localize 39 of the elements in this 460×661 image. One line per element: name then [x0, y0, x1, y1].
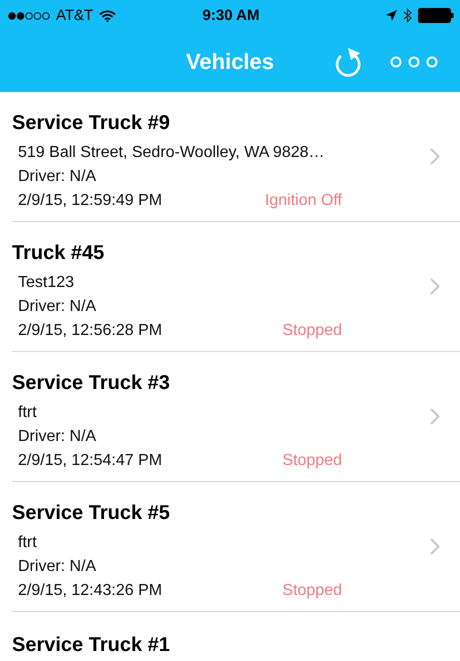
- battery-icon: [418, 8, 454, 23]
- nav-title: Vehicles: [186, 48, 274, 74]
- vehicle-status: Ignition Off: [264, 191, 342, 211]
- chevron-icon: [430, 278, 440, 295]
- vehicle-name: Truck #45: [12, 242, 106, 265]
- bluetooth-icon: [403, 8, 412, 23]
- location-arrow-icon: [386, 10, 397, 21]
- vehicle-name: Service Truck #1: [12, 634, 171, 656]
- vehicle-name: Service Truck #9: [12, 112, 171, 135]
- status-time: 9:30 AM: [202, 7, 260, 24]
- driver-label: Driver: N/A: [17, 167, 98, 187]
- vehicle-timestamp: 2/9/15, 12:59:49 PM: [18, 191, 162, 211]
- driver-label: Driver: N/A: [17, 427, 98, 447]
- vehicle-row[interactable]: Service Truck #5 ftrt Driver: N/A 2/9/15, 12:43:26 PM Stopped: [0, 482, 460, 611]
- signal-icon: [8, 12, 50, 20]
- vehicle-status: Stopped: [282, 451, 342, 471]
- vehicle-status: Stopped: [282, 321, 342, 341]
- vehicle-location: ftrt: [17, 403, 38, 423]
- driver-label: Driver: N/A: [17, 557, 98, 577]
- vehicle-row[interactable]: Service Truck #9 519 Ball Street, Sedro-Woolley, WA 9828… Driver: N/A 2/9/15, 12:59:49 PM Ignition Off: [0, 92, 460, 221]
- chevron-icon: [430, 148, 440, 165]
- vehicle-location: 519 Ball Street, Sedro-Woolley, WA 9828…: [17, 143, 326, 163]
- vehicle-row[interactable]: Truck #45 Test123 Driver: N/A 2/9/15, 12:56:28 PM Stopped: [0, 222, 460, 351]
- vehicle-row[interactable]: Service Truck #1: [0, 612, 460, 661]
- vehicle-timestamp: 2/9/15, 12:43:26 PM: [18, 581, 162, 601]
- vehicle-timestamp: 2/9/15, 12:54:47 PM: [18, 451, 162, 471]
- vehicle-name: Service Truck #5: [12, 502, 171, 525]
- vehicle-row[interactable]: Service Truck #3 ftrt Driver: N/A 2/9/15, 12:54:47 PM Stopped: [0, 352, 460, 481]
- wifi-icon: [99, 10, 116, 22]
- vehicle-location: ftrt: [17, 533, 38, 553]
- carrier-name: AT&T: [56, 7, 94, 24]
- chevron-icon: [430, 538, 440, 555]
- chevron-icon: [430, 408, 440, 425]
- vehicle-name: Service Truck #3: [12, 372, 171, 395]
- vehicle-location: Test123: [17, 273, 76, 293]
- vehicle-timestamp: 2/9/15, 12:56:28 PM: [18, 321, 162, 341]
- driver-label: Driver: N/A: [17, 297, 98, 317]
- more-icon[interactable]: [390, 56, 438, 68]
- vehicle-status: Stopped: [282, 581, 342, 601]
